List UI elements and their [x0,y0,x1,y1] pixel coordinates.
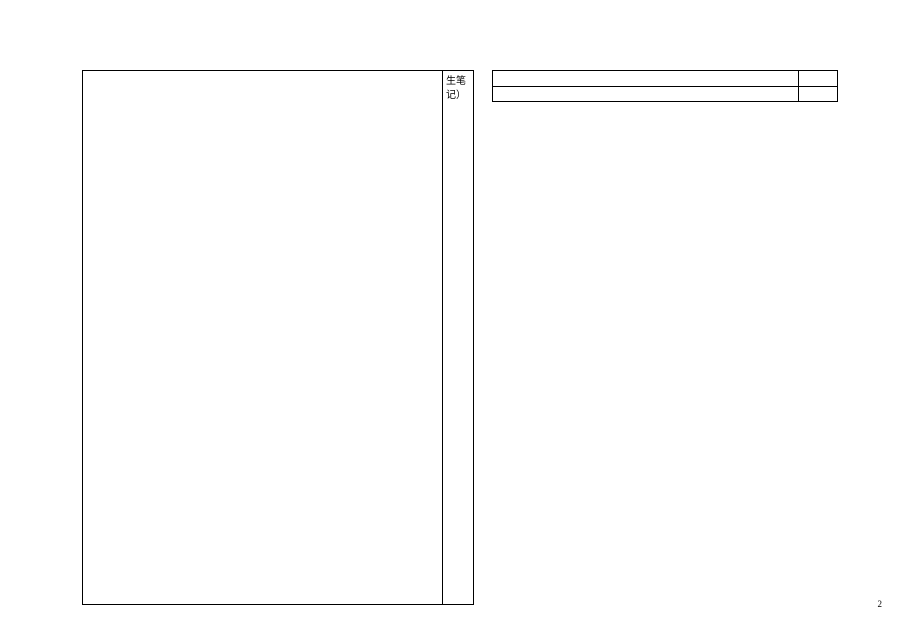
right-cell-main [493,71,799,86]
left-side-label: 生笔记） [446,76,466,101]
right-table-row [492,70,838,86]
right-cell-main [493,87,799,101]
right-table-row [492,86,838,102]
document-page: 生笔记） [82,70,838,605]
right-cell-side [799,87,837,101]
left-table: 生笔记） [82,70,474,605]
left-side-label-cell: 生笔记） [443,71,473,604]
left-main-cell [83,71,443,604]
right-cell-side [799,71,837,86]
page-number: 2 [878,599,883,609]
right-table [492,70,838,605]
